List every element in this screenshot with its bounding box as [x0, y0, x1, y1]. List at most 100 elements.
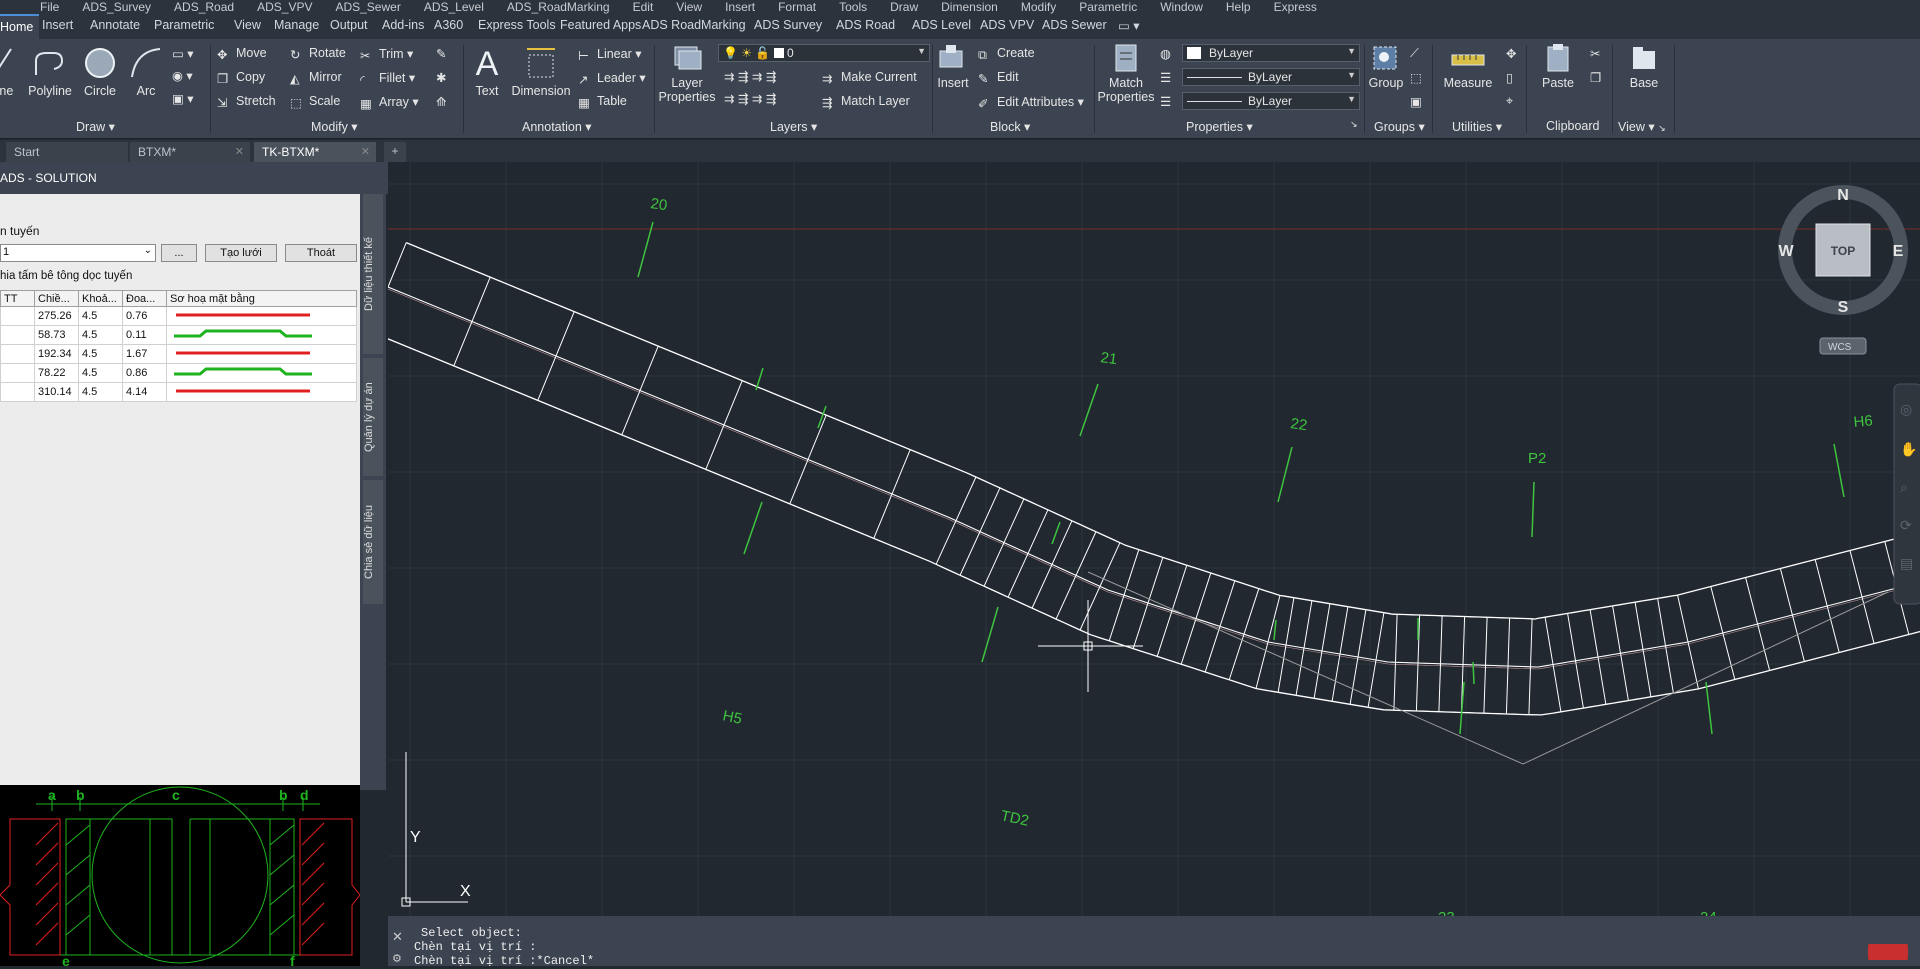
wcs-menu[interactable]: WCS	[1828, 342, 1852, 353]
row-index-cell[interactable]	[0, 363, 35, 383]
modify-panel-title[interactable]: Modify ▾	[311, 119, 358, 134]
drawing-area[interactable]: 20 21 22 P2 H6 H5 TD2 23 24 Y X TOP N S …	[388, 162, 1920, 916]
close-icon[interactable]: ✕	[235, 145, 244, 158]
table-row[interactable]: 275.26 4.5 0.76	[0, 306, 357, 326]
new-tab-button[interactable]: +	[384, 142, 406, 162]
mirror-button[interactable]: ◭ Mirror	[290, 70, 342, 86]
menu-item-edit[interactable]: Edit	[633, 0, 654, 14]
menu-item-ads-survey[interactable]: ADS_Survey	[82, 0, 151, 14]
tab-start[interactable]: Start	[6, 142, 128, 162]
lineweight-dropdown[interactable]: ByLayer ▼	[1182, 92, 1360, 110]
table-cell[interactable]: 4.5	[78, 306, 123, 326]
column-header[interactable]: TT	[0, 290, 35, 307]
tab-ads-vpv[interactable]: ADS VPV	[980, 18, 1034, 32]
compass-north[interactable]: N	[1837, 187, 1849, 204]
linear-button[interactable]: ⊢ Linear ▾	[578, 46, 642, 63]
base-view-button[interactable]: Base	[1624, 43, 1664, 90]
command-line[interactable]: ✕ ⚙ Select object: Chèn tại vị trí : Chè…	[388, 916, 1920, 968]
tab-ads-survey[interactable]: ADS Survey	[754, 18, 822, 32]
boundary-icon[interactable]: ▣ ▾	[172, 91, 194, 106]
menu-item-help[interactable]: Help	[1226, 0, 1251, 14]
trim-button[interactable]: ✂ Trim ▾	[360, 46, 413, 63]
table-cell[interactable]: 0.76	[122, 306, 167, 326]
exit-button[interactable]: Thoát	[285, 244, 357, 262]
calculator-icon[interactable]: ▯	[1506, 70, 1513, 85]
layer-dropdown[interactable]: 💡 ☀ 🔓 0 ▼	[718, 44, 930, 62]
tab-express-tools[interactable]: Express Tools	[478, 18, 556, 32]
tab-manage[interactable]: Manage	[274, 18, 319, 32]
viewcube[interactable]: TOP N S E W WCS	[1778, 185, 1908, 355]
column-header[interactable]: Khoả...	[78, 290, 123, 307]
menu-item-view[interactable]: View	[676, 0, 702, 14]
table-row[interactable]: 192.34 4.5 1.67	[0, 344, 357, 364]
column-header[interactable]: Chiề...	[34, 290, 79, 307]
color-dropdown[interactable]: ByLayer ▼	[1182, 44, 1360, 62]
menu-item-ads-sewer[interactable]: ADS_Sewer	[335, 0, 400, 14]
edit-attributes-button[interactable]: ✐ Edit Attributes ▾	[978, 94, 1084, 111]
rotate-button[interactable]: ↻ Rotate	[290, 46, 346, 62]
ungroup-icon[interactable]: ⟋	[1410, 46, 1419, 61]
table-button[interactable]: ▦ Table	[578, 94, 627, 110]
layers-panel-title[interactable]: Layers ▾	[770, 119, 817, 134]
circle-button[interactable]: Circle	[80, 45, 120, 98]
group-edit-icon[interactable]: ⬚	[1410, 70, 1422, 85]
tab-ads-roadmarking[interactable]: ADS RoadMarking	[642, 18, 746, 32]
dimension-button[interactable]: Dimension	[510, 43, 572, 98]
orbit-icon[interactable]: ⟳	[1900, 518, 1912, 534]
menu-item-ads-level[interactable]: ADS_Level	[424, 0, 484, 14]
tab-ads-road[interactable]: ADS Road	[836, 18, 895, 32]
menu-item-window[interactable]: Window	[1160, 0, 1203, 14]
fillet-button[interactable]: ◜ Fillet ▾	[360, 70, 415, 87]
array-button[interactable]: ▦ Array ▾	[360, 94, 419, 111]
tab-output[interactable]: Output	[330, 18, 368, 32]
create-grid-button[interactable]: Tạo lưới	[205, 244, 277, 262]
move-button[interactable]: ✥ Move	[217, 46, 267, 62]
annotation-panel-title[interactable]: Annotation ▾	[522, 119, 592, 134]
table-cell[interactable]: 4.5	[78, 363, 123, 383]
table-cell[interactable]: 4.14	[122, 382, 167, 402]
row-index-cell[interactable]	[0, 382, 35, 402]
row-index-cell[interactable]	[0, 325, 35, 345]
copy-button[interactable]: ❐ Copy	[217, 70, 265, 86]
tab-ads-level[interactable]: ADS Level	[912, 18, 971, 32]
match-layer-button[interactable]: ⇶ Match Layer	[822, 94, 910, 110]
close-icon[interactable]: ✕	[361, 145, 370, 158]
copy-clip-icon[interactable]: ❐	[1590, 70, 1601, 85]
ribbon-minimize-icon[interactable]: ▭ ▾	[1118, 18, 1140, 33]
table-cell[interactable]: 0.11	[122, 325, 167, 345]
table-cell[interactable]: 4.5	[78, 325, 123, 345]
line-button[interactable]: ine	[0, 45, 22, 98]
side-tab-data-share[interactable]: Chia sẻ dữ liệu	[363, 480, 383, 604]
side-tab-design-data[interactable]: Dữ liệu thiết kế	[363, 194, 383, 354]
block-panel-title[interactable]: Block ▾	[990, 119, 1030, 134]
utilities-panel-title[interactable]: Utilities ▾	[1452, 119, 1502, 134]
table-cell[interactable]: 4.5	[78, 382, 123, 402]
leader-button[interactable]: ↗ Leader ▾	[578, 70, 646, 87]
id-point-icon[interactable]: ⌖	[1506, 94, 1513, 109]
model-space-canvas[interactable]: 20 21 22 P2 H6 H5 TD2 23 24 Y X TOP N S …	[388, 162, 1920, 916]
tab-parametric[interactable]: Parametric	[154, 18, 214, 32]
paste-button[interactable]: Paste	[1538, 43, 1578, 90]
explode-icon[interactable]: ✱	[436, 70, 446, 85]
draw-panel-title[interactable]: Draw ▾	[76, 119, 115, 134]
erase-icon[interactable]: ✎	[436, 46, 446, 61]
compass-west[interactable]: W	[1778, 243, 1794, 260]
layer-tools-row2[interactable]: ⇉ ⇶ ⇉ ⇶	[724, 91, 776, 106]
table-row[interactable]: 310.14 4.5 4.14	[0, 382, 357, 402]
match-properties-button[interactable]: Match Properties	[1096, 43, 1156, 104]
layer-tools-row1[interactable]: ⇉ ⇶ ⇉ ⇶	[724, 69, 776, 84]
table-cell[interactable]: 310.14	[34, 382, 79, 402]
table-row[interactable]: 58.73 4.5 0.11	[0, 325, 357, 345]
hatch-icon[interactable]: ◉ ▾	[172, 68, 193, 83]
menu-item-modify[interactable]: Modify	[1021, 0, 1056, 14]
measure-button[interactable]: Measure	[1438, 43, 1498, 90]
tab-annotate[interactable]: Annotate	[90, 18, 140, 32]
close-icon[interactable]: ✕	[392, 930, 408, 945]
showmotion-icon[interactable]: ▤	[1900, 556, 1913, 572]
compass-east[interactable]: E	[1893, 243, 1904, 260]
menu-item-ads-vpv[interactable]: ADS_VPV	[257, 0, 312, 14]
pan-icon[interactable]: ✋	[1900, 441, 1917, 458]
table-cell[interactable]: 0.86	[122, 363, 167, 383]
browse-button[interactable]: ...	[161, 244, 197, 262]
linetype-dropdown[interactable]: ByLayer ▼	[1182, 68, 1360, 86]
